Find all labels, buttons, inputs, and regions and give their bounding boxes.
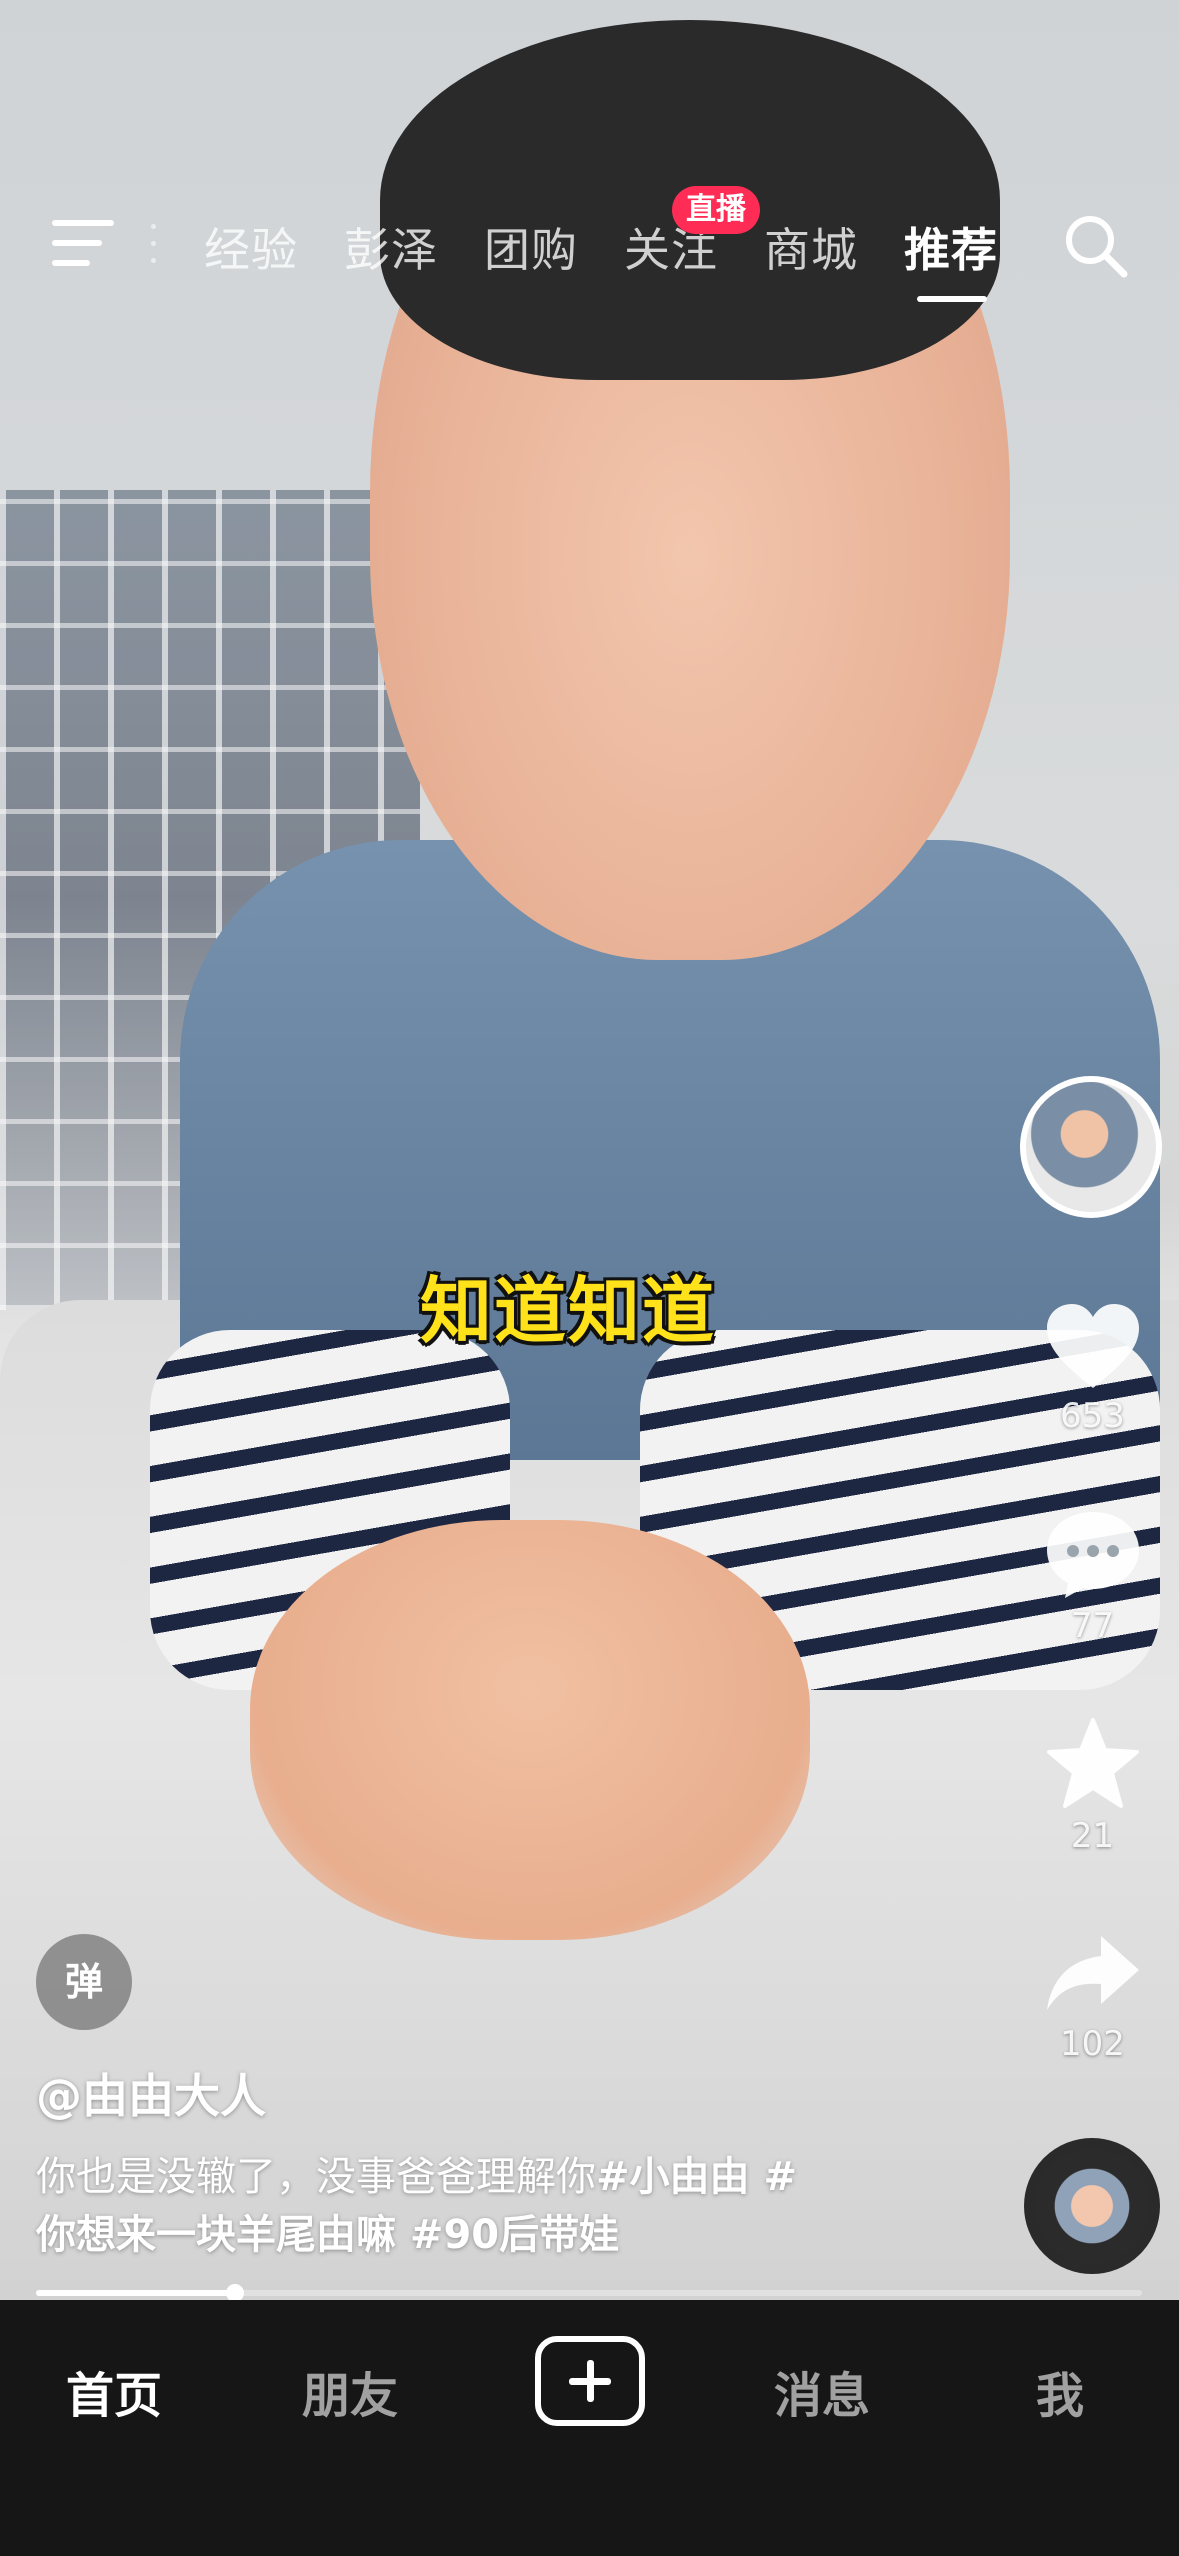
share-button[interactable]: 102 [1030,1930,1155,2064]
hashtag-link[interactable]: 你想来一块羊尾由嘛 [36,2212,396,2258]
nav-home[interactable]: 首页 [66,2356,162,2426]
nav-messages[interactable]: 消息 [774,2356,870,2426]
share-count: 102 [1060,2024,1125,2064]
nav-me[interactable]: 我 [1036,2356,1084,2426]
top-nav: 经验 彭泽 团购 关注 直播 商城 推荐 [0,186,1179,310]
author-avatar[interactable] [1020,1076,1162,1218]
tab-experience[interactable]: 经验 [204,214,298,280]
like-button[interactable]: 653 [1030,1300,1155,1436]
like-count: 653 [1060,1396,1125,1436]
video-frame[interactable] [0,0,1179,2300]
description-text: 你也是没辙了，没事爸爸理解你 [36,2154,596,2200]
tab-recommend[interactable]: 推荐 [904,214,998,280]
bottom-nav: 首页 朋友 消息 我 [0,2300,1179,2556]
live-badge: 直播 [672,186,760,234]
hashtag-link[interactable]: # [750,2154,797,2200]
search-icon[interactable] [1062,212,1130,280]
video-caption: 知道知道 [420,1269,717,1353]
menu-icon[interactable] [52,220,114,266]
child-hands [250,1520,810,1940]
video-progress-bar[interactable] [36,2284,1142,2302]
tab-group-buy[interactable]: 团购 [484,214,578,280]
tab-mall[interactable]: 商城 [764,214,858,280]
hashtag-link[interactable]: #小由由 [596,2154,750,2200]
heart-icon [1046,1304,1139,1388]
share-arrow-icon [1046,1936,1139,2010]
active-tab-indicator [917,296,987,302]
hashtag-link[interactable]: #90后带娃 [396,2212,619,2258]
author-name[interactable]: @由由大人 [36,2060,266,2126]
post-description: 你也是没辙了，没事爸爸理解你#小由由 # 你想来一块羊尾由嘛 #90后带娃 [36,2148,916,2264]
comment-icon [1046,1512,1139,1598]
nav-friends[interactable]: 朋友 [302,2356,398,2426]
star-icon [1046,1718,1139,1808]
create-post-button[interactable] [535,2336,645,2426]
tab-pengze[interactable]: 彭泽 [344,214,438,280]
favorite-count: 21 [1070,1816,1115,1856]
progress-fill [36,2290,236,2296]
comment-button[interactable]: 77 [1030,1506,1155,1646]
divider-dots [150,224,158,264]
comment-count: 77 [1070,1606,1115,1646]
favorite-button[interactable]: 21 [1030,1716,1155,1856]
danmaku-toggle-button[interactable]: 弹 [36,1934,132,2030]
music-disc[interactable] [1024,2138,1160,2274]
